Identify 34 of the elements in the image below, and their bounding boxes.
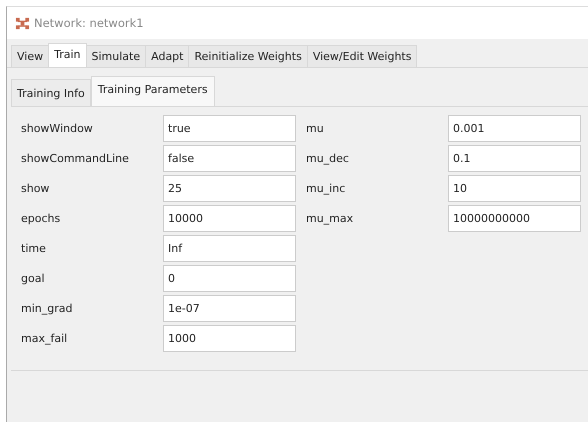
parameter-field[interactable]: 1e-07 <box>163 295 296 322</box>
parameter-label: show <box>21 181 50 197</box>
parameter-field[interactable]: 10000 <box>163 205 296 232</box>
tab[interactable]: Train <box>48 43 87 67</box>
parameter-field[interactable]: 1000 <box>163 325 296 352</box>
tab[interactable]: Simulate <box>86 45 146 67</box>
parameter-field[interactable]: Inf <box>163 235 296 262</box>
parameter-field[interactable]: false <box>163 145 296 172</box>
parameter-label: time <box>21 241 47 257</box>
parameter-label: showWindow <box>21 121 94 137</box>
tab[interactable]: View <box>11 45 50 67</box>
parameter-field[interactable]: 25 <box>163 175 296 202</box>
tab[interactable]: Training Parameters <box>90 76 215 106</box>
tab[interactable]: View/Edit Weights <box>306 45 418 67</box>
parameter-label: mu <box>306 121 325 137</box>
parameter-field[interactable]: true <box>163 115 296 142</box>
parameter-label: showCommandLine <box>21 151 130 167</box>
parameter-field[interactable]: 10 <box>448 175 581 202</box>
parameter-field[interactable]: 0 <box>163 265 296 292</box>
parameter-label: max_fail <box>21 331 68 347</box>
parameter-field[interactable]: 0.1 <box>448 145 581 172</box>
tab[interactable]: Reinitialize Weights <box>188 45 308 67</box>
parameter-field[interactable]: 10000000000 <box>448 205 581 232</box>
parameter-label: mu_dec <box>306 151 350 167</box>
parameter-field[interactable]: 0.001 <box>448 115 581 142</box>
parameter-label: goal <box>21 271 46 287</box>
parameter-label: epochs <box>21 211 62 227</box>
network-icon <box>15 16 30 30</box>
window-title: Network: network1 <box>34 16 144 30</box>
parameter-label: min_grad <box>21 301 74 317</box>
tab[interactable]: Adapt <box>145 45 190 67</box>
parameter-label: mu_max <box>306 211 354 227</box>
parameter-label: mu_inc <box>306 181 346 197</box>
tab[interactable]: Training Info <box>11 79 91 106</box>
